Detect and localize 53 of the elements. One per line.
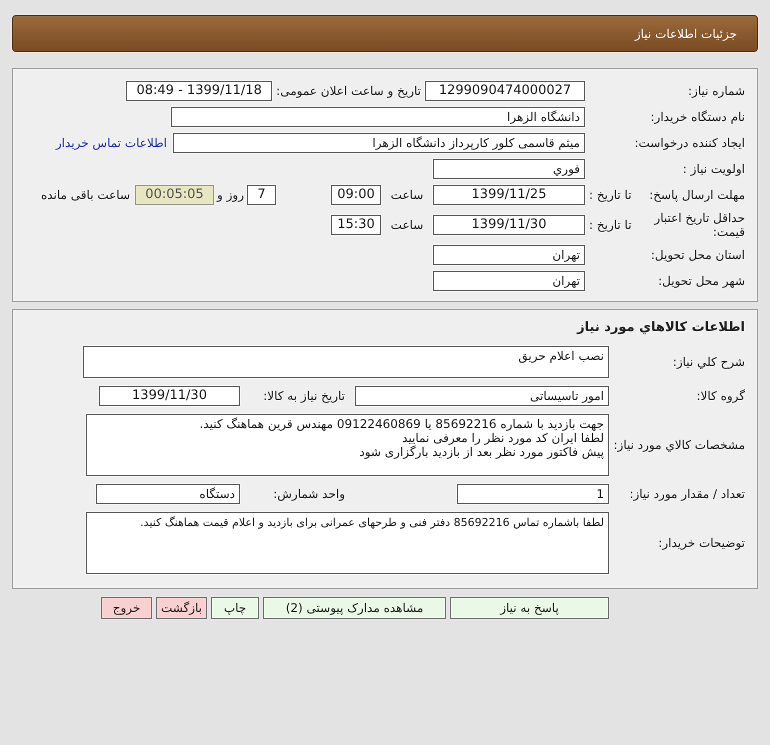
field-label: ایجاد کننده درخواست: (633, 135, 745, 152)
input-field[interactable]: تهران (433, 245, 585, 265)
page-title: جزئیات اطلاعات نیاز (634, 26, 737, 42)
field-label: تا تاریخ : (589, 217, 632, 234)
field-label: نام دستگاه خریدار: (650, 109, 745, 126)
input-field[interactable]: 1399/11/30 (99, 386, 240, 406)
input-field[interactable]: 1399/11/30 (433, 215, 585, 235)
action-button[interactable]: چاپ (211, 596, 259, 618)
field-label: واحد شمارش: (272, 486, 346, 502)
field-label: شماره نیاز: (687, 83, 745, 100)
field-label: استان محل تحویل: (650, 247, 745, 264)
input-field[interactable]: دستگاه (96, 484, 240, 504)
input-field[interactable]: فوري (433, 159, 585, 179)
input-field[interactable]: 15:30 (331, 215, 381, 235)
text-area[interactable]: جهت بازدید با شماره 85692216 یا 09122460869 مهندس قرین هماهنگ کنید. لطفا ایران کد مورد نظر را معرفی نمایید پیش فاکتور مورد نظر بعد از بازدید بارگزاری شود (86, 414, 609, 476)
input-field[interactable]: نصب اعلام حریق (83, 346, 609, 378)
input-field[interactable]: امور تاسیساتی (355, 386, 609, 406)
field-label: شهر محل تحویل: (657, 273, 745, 290)
field-label: ساعت (390, 187, 424, 204)
text-line: جهت بازدید با شماره 85692216 یا 09122460869 مهندس قرین هماهنگ کنید. (198, 416, 604, 430)
field-label: ساعت باقی مانده (40, 187, 130, 204)
field-label: ساعت (390, 217, 424, 234)
action-button[interactable]: پاسخ به نیاز (450, 596, 609, 618)
text-area[interactable]: لطفا باشماره تماس 85692216 دفتر فنی و طرحهای عمرانی برای بازدید و اعلام قیمت هماهنگ کنید. (86, 512, 609, 574)
field-label: تاریخ نیاز به کالا: (262, 388, 346, 404)
action-button[interactable]: خروج (101, 596, 152, 618)
input-field[interactable]: 1399/11/25 (433, 185, 585, 205)
countdown-field: 00:05:05 (135, 185, 214, 205)
text-line: لطفا ایران کد مورد نظر را معرفی نمایید (402, 430, 604, 444)
input-field[interactable]: دانشگاه الزهرا (171, 107, 585, 127)
input-field[interactable]: 1399/11/18 - 08:49 (126, 81, 272, 101)
field-label: روز و (216, 187, 245, 204)
text-line: پیش فاکتور مورد نظر بعد از بازدید بارگزاری شود (358, 444, 604, 458)
field-label: اولویت نیاز : (682, 161, 745, 178)
field-label: تاریخ و ساعت اعلان عمومی: (275, 83, 422, 100)
field-label: حداقل تاریخ اعتبار قیمت: (652, 211, 745, 239)
buyer-contact-link[interactable]: اطلاعات تماس خریدار (56, 134, 167, 152)
section-title: اطلاعات کالاهاي مورد نیاز (576, 319, 745, 337)
action-button[interactable]: بازگشت (156, 596, 207, 618)
field-label: گروه کالا: (696, 388, 745, 404)
field-label: تا تاریخ : (589, 187, 632, 204)
field-label: شرح کلي نیاز: (672, 354, 745, 370)
input-field[interactable]: میثم قاسمی کلور کارپرداز دانشگاه الزهرا (173, 133, 585, 153)
field-label: مهلت ارسال پاسخ: (648, 188, 745, 202)
input-field[interactable]: 1299090474000027 (425, 81, 585, 101)
input-field[interactable]: تهران (433, 271, 585, 291)
field-label: تعداد / مقدار مورد نیاز: (628, 486, 745, 502)
input-field[interactable]: 7 (247, 185, 276, 205)
input-field[interactable]: 1 (457, 484, 609, 504)
action-button[interactable]: مشاهده مدارک پیوستی (2) (263, 596, 446, 618)
field-label: مشخصات کالاي مورد نیاز: (612, 436, 745, 454)
input-field[interactable]: 09:00 (331, 185, 381, 205)
field-label: توضیحات خریدار: (657, 534, 745, 552)
